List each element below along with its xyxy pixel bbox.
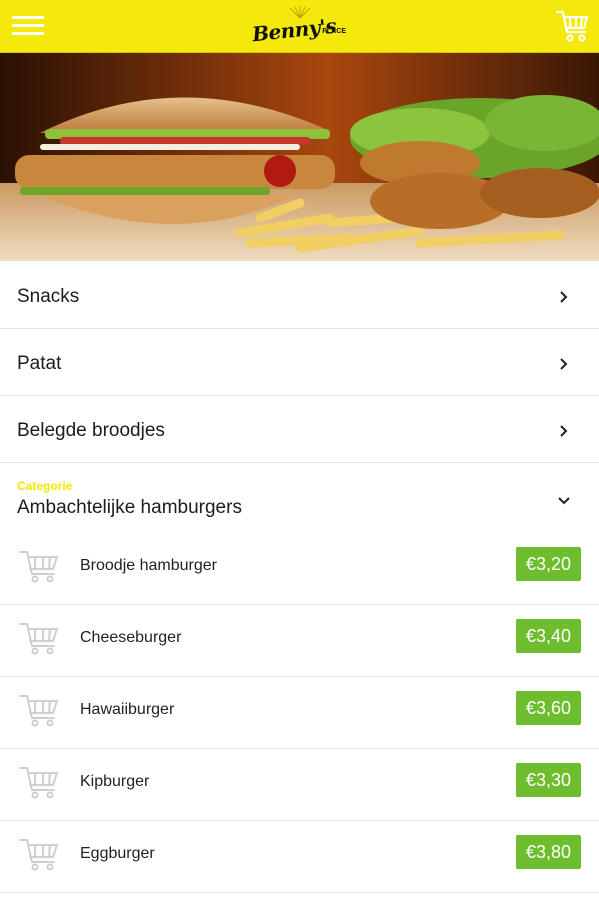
chevron-down-icon: [558, 497, 570, 505]
chevron-right-icon: [560, 425, 568, 437]
category-label: Ambachtelijke hamburgers: [17, 497, 242, 518]
chevron-right-icon: [560, 291, 568, 303]
category-patat[interactable]: Patat: [0, 329, 599, 396]
list-item: Cheeseburger €3,40: [0, 605, 599, 677]
item-name: Kipburger: [80, 773, 150, 790]
category-label: Snacks: [17, 286, 80, 307]
menu-list: Snacks Patat Belegde broodjes Categorie …: [0, 262, 599, 893]
add-to-cart-icon[interactable]: [18, 691, 60, 729]
list-item: Broodje hamburger €3,20: [0, 533, 599, 605]
chevron-right-icon: [560, 358, 568, 370]
price-button[interactable]: €3,30: [516, 763, 581, 797]
brand-logo[interactable]: Benny's PLACE: [251, 6, 348, 48]
price-button[interactable]: €3,40: [516, 619, 581, 653]
price-button[interactable]: €3,20: [516, 547, 581, 581]
add-to-cart-icon[interactable]: [18, 835, 60, 873]
add-to-cart-icon[interactable]: [18, 547, 60, 585]
price-button[interactable]: €3,80: [516, 835, 581, 869]
list-item: Hawaiiburger €3,60: [0, 677, 599, 749]
category-label: Belegde broodjes: [17, 420, 165, 441]
category-snacks[interactable]: Snacks: [0, 262, 599, 329]
item-name: Hawaiiburger: [80, 701, 175, 718]
hamburger-menu-icon[interactable]: [12, 16, 44, 36]
category-belegde-broodjes[interactable]: Belegde broodjes: [0, 396, 599, 463]
list-item: Eggburger €3,80: [0, 821, 599, 893]
category-caption: Categorie: [17, 479, 73, 493]
shopping-cart-icon[interactable]: [555, 8, 590, 44]
category-ambachtelijke-hamburgers[interactable]: Categorie Ambachtelijke hamburgers: [0, 463, 599, 533]
item-name: Eggburger: [80, 845, 155, 862]
list-item: Kipburger €3,30: [0, 749, 599, 821]
top-bar: Benny's PLACE: [0, 0, 599, 53]
item-name: Broodje hamburger: [80, 557, 217, 574]
item-name: Cheeseburger: [80, 629, 182, 646]
hero-image: [0, 53, 599, 261]
category-label: Patat: [17, 353, 62, 374]
price-button[interactable]: €3,60: [516, 691, 581, 725]
logo-subtext: PLACE: [322, 28, 346, 35]
add-to-cart-icon[interactable]: [18, 619, 60, 657]
add-to-cart-icon[interactable]: [18, 763, 60, 801]
